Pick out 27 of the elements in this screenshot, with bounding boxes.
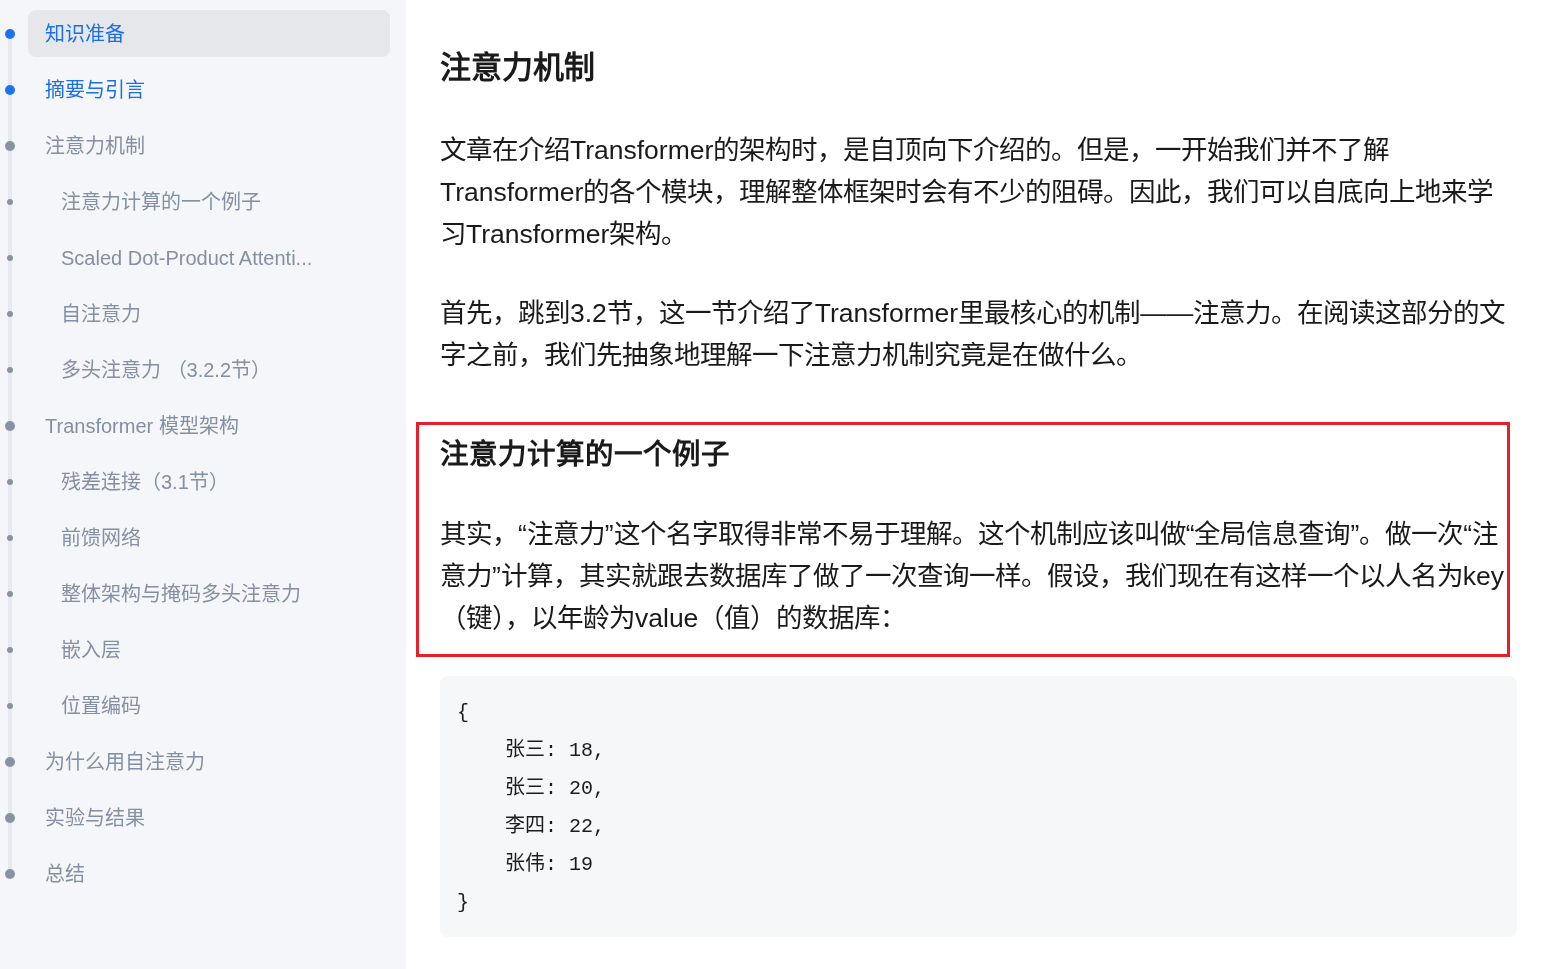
code-line: 张伟: 19 [504, 851, 593, 878]
toc-item[interactable]: 自注意力 [28, 290, 390, 337]
code-line: { [457, 700, 469, 726]
paragraph: 其实，“注意力”这个名字取得非常不易于理解。这个机制应该叫做“全局信息查询”。做一次“注意力”计算，其实就跟去数据库了做了一次查询一样。假设，我们现在有这样一个以人名为key（键），以年龄为value（值）的数据库： [440, 518, 1506, 635]
code-line: } [457, 890, 469, 916]
toc-item[interactable]: Scaled Dot-Product Attenti... [28, 234, 390, 281]
toc-item[interactable]: 知识准备 [28, 10, 390, 57]
paragraph: 文章在介绍Transformer的架构时，是自顶向下介绍的。但是，一开始我们并不了解Transformer的各个模块，理解整体框架时会有不少的阻碍。因此，我们可以自底向上地来学习Transformer架构。 [440, 134, 1495, 251]
code-line: 李四: 22, [504, 813, 606, 840]
section-heading: 注意力机制 [440, 49, 596, 87]
code-line: 张三: 20, [504, 775, 606, 802]
toc-item[interactable]: 前馈网络 [28, 514, 390, 561]
toc-item[interactable]: Transformer 模型架构 [28, 402, 390, 449]
toc-item[interactable]: 为什么用自注意力 [28, 738, 390, 785]
toc-item[interactable]: 摘要与引言 [28, 66, 390, 113]
toc-item[interactable]: 注意力机制 [28, 122, 390, 169]
toc-item[interactable]: 多头注意力 （3.2.2节） [28, 346, 390, 393]
toc-item[interactable]: 整体架构与掩码多头注意力 [28, 570, 390, 617]
toc-item[interactable]: 注意力计算的一个例子 [28, 178, 390, 225]
paragraph: 首先，跳到3.2节，这一节介绍了Transformer里最核心的机制——注意力。在阅读这部分的文字之前，我们先抽象地理解一下注意力机制究竟是在做什么。 [440, 297, 1507, 372]
toc-item[interactable]: 嵌入层 [28, 626, 390, 673]
toc-item[interactable]: 实验与结果 [28, 794, 390, 841]
toc-item[interactable]: 位置编码 [28, 682, 390, 729]
code-line: 张三: 18, [504, 737, 606, 764]
toc-item[interactable]: 残差连接（3.1节） [28, 458, 390, 505]
toc-item[interactable]: 总结 [28, 850, 390, 897]
subsection-heading: 注意力计算的一个例子 [440, 437, 731, 472]
